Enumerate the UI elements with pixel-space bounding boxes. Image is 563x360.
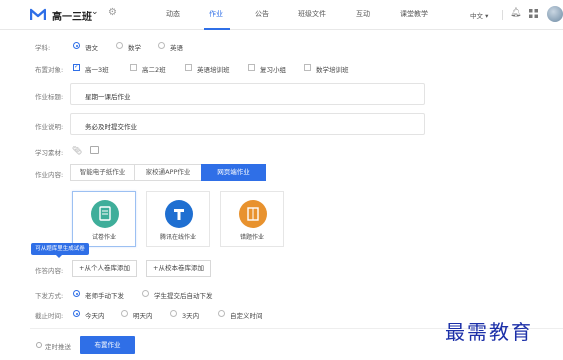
dispatch-radio-auto[interactable]	[142, 290, 149, 297]
deadline-radio-custom[interactable]	[218, 310, 225, 317]
target-checkbox-math[interactable]	[304, 64, 311, 71]
target-checkbox-english[interactable]	[185, 64, 192, 71]
deadline-option-tomorrow[interactable]: 明天内	[133, 310, 153, 320]
nav-tab-homework[interactable]: 作业	[209, 9, 223, 19]
card-label-exam: 试卷作业	[91, 234, 116, 241]
timer-push-label[interactable]: 定时推送	[45, 341, 71, 351]
target-label: 布置对象:	[35, 66, 64, 74]
avatar[interactable]	[547, 6, 563, 22]
target-checkbox-class1[interactable]	[73, 63, 80, 71]
apps-grid-icon[interactable]	[529, 9, 538, 18]
target-option-review[interactable]: 复习小组	[260, 64, 286, 74]
add-from-personal-bank-button[interactable]: +从个人卷库添加	[72, 260, 137, 277]
deadline-option-3days[interactable]: 3天内	[182, 310, 199, 320]
tab-web-homework[interactable]: 网页端作业	[201, 164, 266, 181]
dispatch-radio-manual[interactable]	[73, 290, 80, 297]
nav-tab-interaction[interactable]: 互动	[356, 9, 370, 19]
assign-homework-button[interactable]: 布置作业	[80, 336, 135, 354]
tab-smart-paper[interactable]: 智能电子纸作业	[70, 164, 135, 181]
homework-description-input[interactable]: 务必及时提交作业	[70, 113, 425, 135]
nav-tab-classroom-teaching[interactable]: 课堂教学	[400, 9, 428, 19]
deadline-option-custom[interactable]: 自定义时间	[230, 310, 263, 320]
subject-option-chinese[interactable]: 语文	[85, 42, 98, 52]
material-label: 学习素材:	[35, 149, 64, 157]
subject-radio-math[interactable]	[116, 42, 123, 49]
deadline-radio-today[interactable]	[73, 310, 80, 317]
tab-app-homework[interactable]: 家校通APP作业	[134, 164, 202, 181]
target-option-class2[interactable]: 高二2班	[142, 64, 166, 74]
homework-description-value: 务必及时提交作业	[85, 123, 137, 131]
tooltip: 可从题库里生成试卷	[31, 243, 89, 258]
content-label: 作业内容:	[35, 171, 64, 179]
card-label-tencent: 腾讯在线作业	[159, 234, 196, 241]
homework-title-value: 星期一课后作业	[85, 93, 131, 101]
chevron-down-icon[interactable]: ⌄	[91, 7, 99, 17]
subject-radio-chinese[interactable]	[73, 42, 80, 49]
attachment-icon[interactable]: 📎︎	[72, 146, 82, 155]
dispatch-option-auto[interactable]: 学生提交后自动下发	[154, 290, 213, 300]
target-option-class1[interactable]: 高一3班	[85, 64, 109, 74]
target-option-math[interactable]: 数学培训班	[316, 64, 349, 74]
divider	[502, 10, 503, 20]
image-upload-icon[interactable]	[90, 146, 99, 154]
add-from-school-bank-button[interactable]: +从校本卷库添加	[146, 260, 211, 277]
nav-tab-dynamics[interactable]: 动态	[166, 9, 180, 19]
active-tab-indicator	[204, 28, 230, 30]
subject-option-math[interactable]: 数学	[128, 42, 141, 52]
gear-icon[interactable]: ⚙	[108, 7, 117, 18]
language-selector[interactable]: 中文 ▾	[470, 10, 488, 20]
card-label-error: 错题作业	[239, 234, 264, 241]
card-error-homework[interactable]: 错题作业	[220, 191, 284, 247]
homework-title-input[interactable]: 星期一课后作业	[70, 83, 425, 105]
class-title[interactable]: 高一三班	[52, 8, 92, 23]
paper-scroll-icon	[91, 200, 119, 228]
nav-tab-class-files[interactable]: 班级文件	[298, 9, 326, 19]
timer-toggle[interactable]	[36, 342, 42, 348]
description-label: 作业说明:	[35, 123, 64, 131]
dispatch-label: 下发方式:	[35, 292, 64, 300]
bell-icon[interactable]: 🔔︎	[510, 8, 521, 18]
app-logo-icon	[30, 8, 46, 20]
target-checkbox-review[interactable]	[248, 64, 255, 71]
dispatch-option-manual[interactable]: 老师手动下发	[85, 290, 124, 300]
subject-label: 学科:	[35, 44, 51, 52]
target-option-english[interactable]: 英语培训班	[197, 64, 230, 74]
answer-label: 作答内容:	[35, 267, 64, 275]
deadline-radio-3days[interactable]	[170, 310, 177, 317]
deadline-label: 截止时间:	[35, 312, 64, 320]
subject-radio-english[interactable]	[158, 42, 165, 49]
title-label: 作业标题:	[35, 93, 64, 101]
top-navigation-bar: 高一三班 ⌄ ⚙ 动态 作业 公告 班级文件 互动 课堂教学 中文 ▾ 🔔︎	[0, 0, 563, 30]
nav-tab-announcement[interactable]: 公告	[255, 9, 269, 19]
card-exam-homework[interactable]: 试卷作业	[72, 191, 136, 247]
watermark: 最需教育	[445, 320, 533, 344]
subject-option-english[interactable]: 英语	[170, 42, 183, 52]
deadline-option-today[interactable]: 今天内	[85, 310, 105, 320]
target-checkbox-class2[interactable]	[130, 64, 137, 71]
tencent-doc-icon	[165, 200, 193, 228]
error-book-icon	[239, 200, 267, 228]
deadline-radio-tomorrow[interactable]	[121, 310, 128, 317]
card-tencent-homework[interactable]: 腾讯在线作业	[146, 191, 210, 247]
